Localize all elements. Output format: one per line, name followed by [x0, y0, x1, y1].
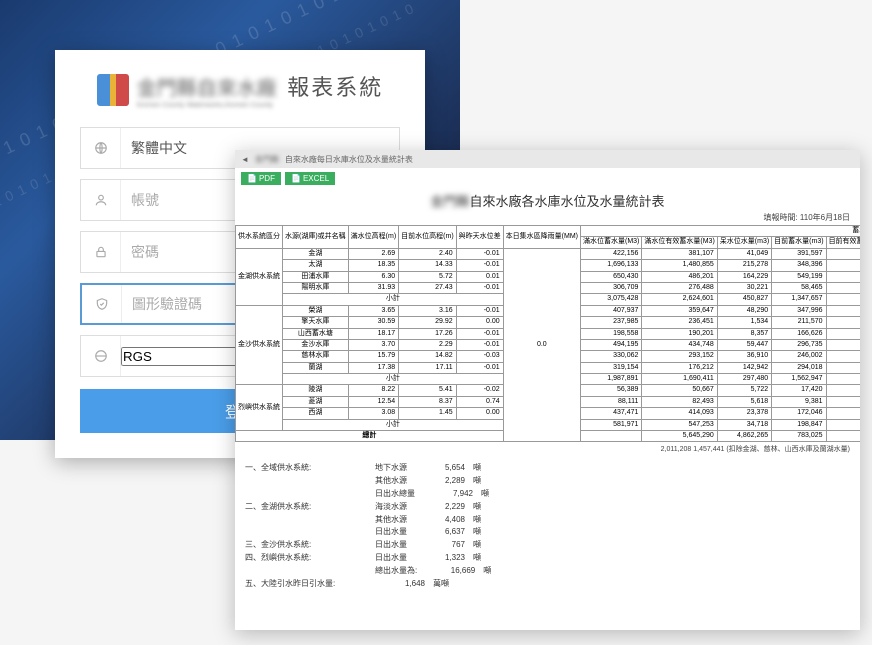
col-g2: 滿水位有效蓄水量(M3)	[642, 237, 717, 248]
table-row: 金湖供水系統金湖2.692.40-0.010.0422,156381,10741…	[236, 248, 861, 259]
data-table: 供水系統區分 水源(湖庫)或井名稱 滿水位高程(m) 目前水位高程(m) 與昨天…	[235, 225, 860, 442]
col-fullelev: 滿水位高程(m)	[348, 226, 399, 249]
table-body: 金湖供水系統金湖2.692.40-0.010.0422,156381,10741…	[236, 248, 861, 442]
col-rain: 本日集水區降雨量(MM)	[503, 226, 580, 249]
sum-3: 三、金沙供水系統:	[245, 539, 355, 552]
col-source: 水源(湖庫)或井名稱	[283, 226, 349, 249]
app-title: 報表系統	[287, 75, 383, 100]
col-diff: 與昨天水位差	[456, 226, 503, 249]
sum-4: 四、烈嶼供水系統:	[245, 552, 355, 565]
pdf-button[interactable]: 📄PDF	[241, 172, 281, 185]
col-curelev: 目前水位高程(m)	[399, 226, 457, 249]
pdf-label: PDF	[259, 174, 275, 183]
export-toolbar: 📄PDF 📄EXCEL	[235, 168, 860, 189]
col-system: 供水系統區分	[236, 226, 283, 249]
summary-section: 一、全域供水系統:地下水源5,654噸 其他水源2,289噸 日出水總量7,94…	[235, 456, 860, 596]
col-g3: 呆水位水量(m3)	[717, 237, 771, 248]
report-date: 填報時間: 110年6月18日	[235, 212, 860, 225]
col-g1: 滿水位蓄水量(M3)	[581, 237, 642, 248]
excel-button[interactable]: 📄EXCEL	[285, 172, 335, 185]
user-icon	[81, 180, 121, 220]
file-icon: 📄	[247, 174, 257, 183]
col-g5: 目前有效蓄水量(m3)	[826, 237, 860, 248]
report-tab-title: 自來水廠每日水庫水位及水量統計表	[285, 154, 413, 165]
col-storage-group: 蓄水情形	[581, 226, 861, 237]
lock-icon	[81, 232, 121, 272]
report-titlebar: ◄ 金門縣 自來水廠每日水庫水位及水量統計表	[235, 150, 860, 168]
report-title: 金門縣自來水廠各水庫水位及水量統計表	[235, 189, 860, 212]
logo-subtitle: Kinmen County Waterworks,Kinmen County	[137, 102, 383, 109]
table-header: 供水系統區分 水源(湖庫)或井名稱 滿水位高程(m) 目前水位高程(m) 與昨天…	[236, 226, 861, 249]
logo-icon	[97, 74, 129, 106]
logo-area: 金門縣自來水廠 報表系統 Kinmen County Waterworks,Ki…	[80, 70, 400, 109]
globe-icon	[81, 336, 121, 376]
tab-prefix-blurred: 金門縣	[255, 154, 279, 165]
logo-org-blurred: 金門縣自來水廠	[137, 78, 277, 100]
sum-5: 五、大陸引水昨日引水量:	[245, 578, 355, 591]
report-window: ◄ 金門縣 自來水廠每日水庫水位及水量統計表 📄PDF 📄EXCEL 金門縣自來…	[235, 150, 860, 630]
sum-1: 一、全域供水系統:	[245, 462, 355, 475]
globe-icon	[81, 128, 121, 168]
shield-icon	[82, 285, 122, 323]
footnote: 2,011,208 1,457,441 (扣除金湖、慈林、山西水庫及蘭湖水量)	[235, 442, 860, 456]
file-icon: 📄	[291, 174, 301, 183]
col-g4: 目前蓄水量(m3)	[772, 237, 826, 248]
back-icon[interactable]: ◄	[241, 155, 249, 164]
sum-2: 二、金湖供水系統:	[245, 501, 355, 514]
excel-label: EXCEL	[303, 174, 329, 183]
